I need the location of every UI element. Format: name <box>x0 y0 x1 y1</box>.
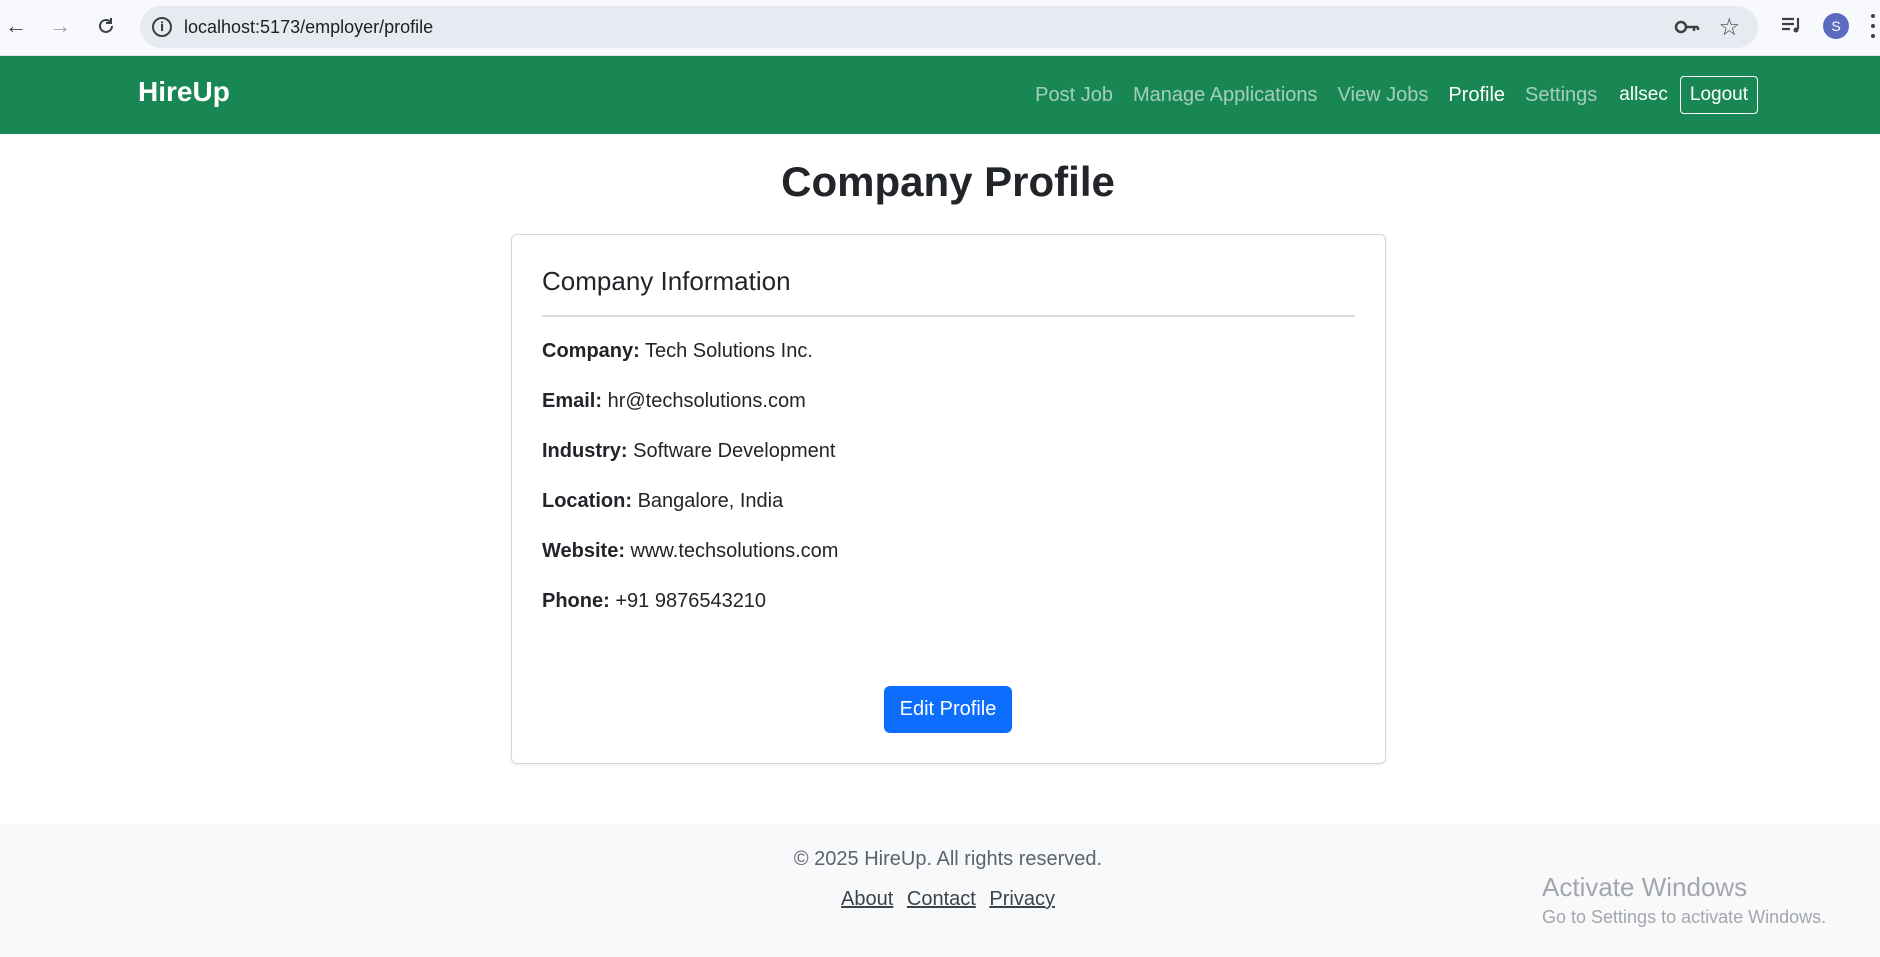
field-value: Tech Solutions Inc. <box>645 340 813 362</box>
field-label: Location: <box>542 490 632 512</box>
field-label: Phone: <box>542 590 610 612</box>
field-value: Software Development <box>633 440 836 462</box>
company-info-card: Company Information Company: Tech Soluti… <box>511 234 1386 764</box>
brand-logo[interactable]: HireUp <box>138 76 230 108</box>
field-value: Bangalore, India <box>637 490 784 512</box>
watermark-subtitle: Go to Settings to activate Windows. <box>1542 907 1827 927</box>
edit-profile-button[interactable]: Edit Profile <box>884 686 1012 733</box>
field-website: Website: www.techsolutions.com <box>542 540 838 563</box>
logout-button[interactable]: Logout <box>1679 76 1758 114</box>
nav-settings[interactable]: Settings <box>1525 84 1597 107</box>
bookmark-star-icon[interactable]: ☆ <box>1718 13 1740 41</box>
footer-link-privacy[interactable]: Privacy <box>989 888 1055 910</box>
field-company: Company: Tech Solutions Inc. <box>542 340 813 363</box>
field-label: Email: <box>542 390 603 412</box>
address-bar[interactable]: i localhost:5173/employer/profile ☆ <box>140 6 1758 48</box>
footer: © 2025 HireUp. All rights reserved. Abou… <box>0 824 1880 957</box>
field-location: Location: Bangalore, India <box>542 490 783 513</box>
browser-toolbar: ← → i localhost:5173/employer/profile ☆ … <box>0 0 1880 56</box>
reload-icon[interactable] <box>92 12 120 40</box>
nav-profile[interactable]: Profile <box>1448 84 1505 107</box>
footer-link-about[interactable]: About <box>841 888 893 910</box>
activate-windows-watermark: Activate Windows Go to Settings to activ… <box>1542 872 1826 928</box>
password-key-icon[interactable] <box>1674 15 1700 39</box>
field-industry: Industry: Software Development <box>542 440 835 463</box>
forward-arrow-icon[interactable]: → <box>46 12 74 40</box>
nav-post-job[interactable]: Post Job <box>1035 84 1113 107</box>
divider <box>542 315 1355 317</box>
app-navbar: HireUp Post Job Manage Applications View… <box>0 56 1880 134</box>
nav-links: Post Job Manage Applications View Jobs P… <box>1035 73 1758 117</box>
field-value: +91 9876543210 <box>615 590 767 612</box>
field-value: www.techsolutions.com <box>630 540 839 562</box>
field-email: Email: hr@techsolutions.com <box>542 390 806 413</box>
back-arrow-icon[interactable]: ← <box>2 12 30 40</box>
site-info-icon[interactable]: i <box>152 17 172 37</box>
field-value: hr@techsolutions.com <box>607 390 806 412</box>
field-phone: Phone: +91 9876543210 <box>542 590 766 613</box>
field-label: Website: <box>542 540 625 562</box>
watermark-title: Activate Windows <box>1542 872 1748 902</box>
page-title: Company Profile <box>781 158 1115 205</box>
footer-link-contact[interactable]: Contact <box>907 888 976 910</box>
footer-copyright: © 2025 HireUp. All rights reserved. <box>793 848 1103 870</box>
card-title: Company Information <box>542 266 791 296</box>
media-queue-icon[interactable] <box>1778 12 1804 38</box>
field-label: Industry: <box>542 440 628 462</box>
nav-view-jobs[interactable]: View Jobs <box>1338 84 1429 107</box>
browser-menu-icon[interactable] <box>1870 14 1876 38</box>
url-text[interactable]: localhost:5173/employer/profile <box>184 17 433 38</box>
nav-manage-applications[interactable]: Manage Applications <box>1133 84 1318 107</box>
profile-avatar[interactable]: S <box>1823 13 1849 39</box>
nav-username: allsec <box>1619 84 1668 105</box>
field-label: Company: <box>542 340 640 362</box>
